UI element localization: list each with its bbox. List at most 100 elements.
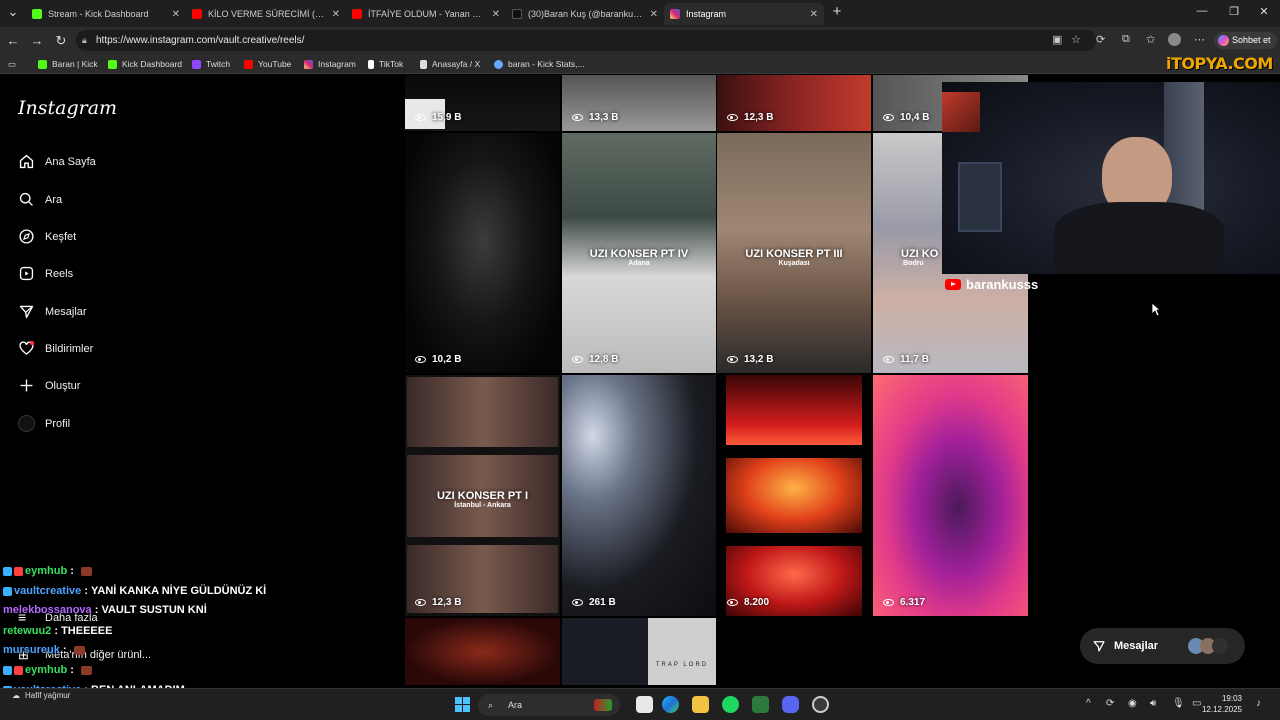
close-window-button[interactable]: ✕ (1254, 5, 1274, 18)
nav-messages[interactable]: Mesajlar (18, 303, 87, 320)
restore-button[interactable]: ❐ (1224, 5, 1244, 18)
reel-card[interactable]: 15,9 B (405, 75, 560, 131)
tab-tiktok[interactable]: (30)Baran Kuş (@barankusss) | TikTok ✕ (506, 3, 664, 25)
close-icon[interactable]: ✕ (650, 9, 658, 20)
channel-tag: barankusss (945, 277, 1038, 292)
bookmark-x[interactable]: Anasayfa / X (420, 57, 480, 71)
new-tab-button[interactable]: + (828, 3, 846, 21)
discord-tray-icon[interactable]: ◉ (1128, 698, 1137, 709)
instagram-logo[interactable]: Instagram (18, 97, 117, 119)
chevron-up-icon[interactable]: ^ (1086, 698, 1091, 709)
extension-icon[interactable]: ⟳ (1096, 33, 1105, 46)
chat-text: THEEEEE (61, 625, 113, 637)
tab-label: (30)Baran Kuş (@barankusss) | TikTok (528, 9, 644, 19)
search-icon: ⌕ (488, 700, 494, 710)
clock-time: 19:03 (1221, 694, 1242, 703)
profile-avatar-icon[interactable] (1168, 33, 1181, 46)
reel-card[interactable] (405, 618, 560, 685)
taskbar-search[interactable]: ⌕ Ara (478, 694, 620, 716)
refresh-button[interactable]: ↻ (52, 32, 70, 50)
nav-notifications[interactable]: Bildirimler (18, 340, 93, 357)
reel-card[interactable]: UZI KONSER PT IV Adana 12,8 B (562, 133, 716, 373)
reels-icon (19, 266, 34, 281)
reel-card[interactable]: 12,3 B (717, 75, 871, 131)
tab-kick-dashboard[interactable]: Stream - Kick Dashboard ✕ (26, 3, 186, 25)
bookmark-twitch[interactable]: Twitch (192, 57, 230, 71)
reel-card[interactable]: 6.317 (873, 375, 1028, 616)
reel-thumbnail (726, 375, 862, 445)
bookmark-kick-dashboard[interactable]: Kick Dashboard (108, 57, 182, 71)
bookmarks-toggle-icon[interactable]: ▭ (8, 57, 16, 71)
app-icon[interactable] (752, 696, 769, 713)
system-clock[interactable]: 19:03 12.12.2025 (1198, 693, 1242, 715)
reel-card[interactable]: UZI KONSER PT I İstanbul - Ankara 12,3 B (405, 375, 560, 616)
nav-create[interactable]: Oluştur (18, 377, 80, 394)
address-bar[interactable]: 🔒︎ https://www.instagram.com/vault.creat… (76, 30, 1096, 51)
chat-message: eymhub : (3, 664, 92, 676)
eye-icon (727, 114, 738, 121)
tab-youtube-belgesel[interactable]: KİLO VERME SÜRECİMİ (BELGESEL) ✕ (186, 3, 346, 25)
nav-home[interactable]: Ana Sayfa (18, 153, 96, 170)
spotify-icon[interactable] (722, 696, 739, 713)
eye-icon (883, 599, 894, 606)
nav-reels[interactable]: Reels (18, 265, 73, 282)
weather-widget[interactable]: ☁ Hafif yağmur (12, 691, 70, 700)
reel-card[interactable]: 13,3 B (562, 75, 716, 131)
close-icon[interactable]: ✕ (492, 9, 500, 20)
avatar (1212, 638, 1228, 654)
close-icon[interactable]: ✕ (332, 9, 340, 20)
copilot-chat-button[interactable]: Sohbet et (1214, 32, 1277, 49)
tiktok-icon (368, 59, 374, 69)
reel-card[interactable]: TRAP LORD (562, 618, 716, 685)
bookmark-youtube[interactable]: YouTube (244, 57, 291, 71)
copilot-label: Sohbet et (1232, 35, 1271, 45)
webcam-overlay (942, 82, 1280, 274)
discord-icon[interactable] (782, 696, 799, 713)
bookmark-kick-stats[interactable]: baran - Kick Stats,... (494, 57, 585, 71)
kick-icon (108, 59, 117, 69)
file-explorer-icon[interactable] (692, 696, 709, 713)
tab-list-button[interactable]: ⌄ (4, 3, 22, 21)
favorites-icon[interactable]: ✩ (1146, 33, 1155, 46)
close-icon[interactable]: ✕ (810, 9, 818, 20)
more-menu-icon[interactable]: ⋯ (1194, 33, 1205, 46)
sync-icon[interactable]: ⟳ (1106, 698, 1114, 709)
reel-card[interactable]: 8.200 (717, 375, 871, 616)
edge-icon[interactable] (662, 696, 679, 713)
tab-instagram[interactable]: Instagram ✕ (664, 3, 824, 25)
volume-icon[interactable]: 🔊︎ (1150, 698, 1156, 709)
search-highlight-icon (594, 699, 612, 711)
nav-search[interactable]: Ara (18, 191, 62, 208)
microphone-icon[interactable]: 🎙︎ (1172, 698, 1185, 709)
badge-icon (14, 665, 23, 675)
back-button[interactable]: ← (4, 32, 22, 50)
eye-icon (415, 599, 426, 606)
split-screen-icon[interactable]: ▣ (1052, 33, 1062, 46)
notification-bell-icon[interactable]: ♪ (1256, 698, 1261, 709)
nav-explore[interactable]: Keşfet (18, 228, 76, 245)
room-fridge (958, 162, 1002, 232)
collections-icon[interactable]: ⧉ (1122, 33, 1130, 46)
search-placeholder: Ara (508, 700, 523, 710)
eye-icon (883, 356, 894, 363)
messages-pill[interactable]: Mesajlar (1080, 628, 1245, 664)
bookmark-instagram[interactable]: Instagram (304, 57, 356, 71)
favorite-star-icon[interactable]: ☆ (1071, 33, 1081, 46)
task-view-icon[interactable] (636, 696, 653, 713)
reel-card[interactable]: UZI KONSER PT III Kuşadası 13,2 B (717, 133, 871, 373)
bookmark-tiktok[interactable]: TikTok (368, 57, 403, 71)
obs-icon[interactable] (812, 696, 829, 713)
minimize-button[interactable]: — (1192, 5, 1212, 17)
reel-card[interactable]: 10,2 B (405, 133, 560, 373)
emote-icon (80, 665, 92, 675)
forward-button[interactable]: → (28, 32, 46, 50)
tab-youtube-itfaiye[interactable]: İTFAİYE OLDUM - Yanan var beyler ✕ (346, 3, 506, 25)
windows-start-icon[interactable] (455, 697, 470, 712)
reel-card[interactable]: 261 B (562, 375, 716, 616)
reel-overlay-subtitle: İstanbul - Ankara (454, 502, 511, 509)
home-icon (19, 154, 34, 169)
close-icon[interactable]: ✕ (172, 9, 180, 20)
nav-profile[interactable]: Profil (18, 415, 70, 432)
bookmark-baran-kick[interactable]: Baran | Kick (38, 57, 98, 71)
chat-message: melekbossanova : VAULT SUSTUN KNİ (3, 604, 207, 616)
